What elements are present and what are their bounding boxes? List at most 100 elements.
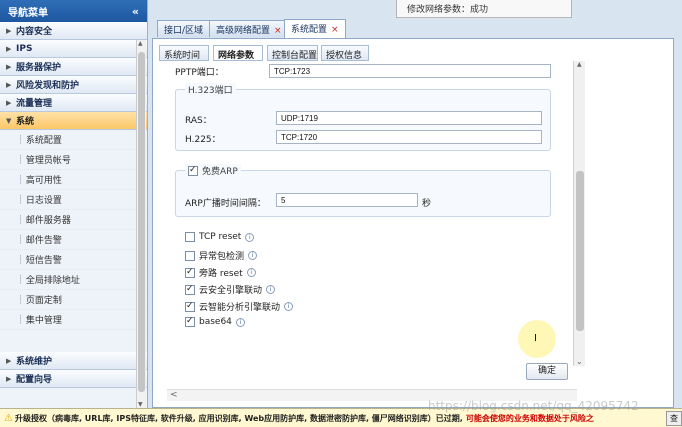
option-row: 旁路 reseti: [185, 266, 256, 279]
ok-button[interactable]: 确定: [526, 363, 568, 380]
scroll-left-icon[interactable]: <: [170, 390, 178, 400]
arp-interval-input[interactable]: [276, 193, 418, 207]
nav-sub-label: 全局排除地址: [25, 276, 80, 286]
nav-sub-label: 短信告警: [25, 256, 62, 266]
option-row: 云智能分析引擎联动i: [185, 300, 294, 313]
option-row: 异常包检测 i: [185, 249, 258, 262]
nav-group-system[interactable]: ▼ 系统: [0, 112, 147, 130]
chevron-down-icon: ▼: [6, 116, 12, 125]
info-icon[interactable]: i: [245, 232, 255, 242]
tree-line-icon: ┊: [18, 315, 23, 324]
nav-sub-label: 系统配置: [25, 136, 62, 146]
ras-port-input[interactable]: [276, 111, 542, 125]
tree-line-icon: ┊: [18, 235, 23, 244]
nav-sub-item[interactable]: ┊ 短信告警: [0, 250, 147, 270]
nav-group-label: IPS: [16, 43, 33, 54]
option-checkbox[interactable]: [185, 316, 195, 327]
scroll-up-icon[interactable]: ▲: [577, 61, 582, 68]
nav-sidebar: 导航菜单 « ▶ 内容安全 ▶ IPS ▶ 服务器保护 ▶ 风险发现和防护 ▶ 流量管理 ▼ 系统 …: [0, 0, 148, 408]
h225-port-input[interactable]: [276, 130, 542, 144]
nav-sub-label: 页面定制: [25, 296, 62, 306]
warning-text: 升级授权（病毒库, URL库, IPS特征库, 软件升级, 应用识别库, Web…: [14, 413, 463, 423]
info-icon[interactable]: i: [266, 285, 276, 294]
nav-group-item[interactable]: ▶ 服务器保护: [0, 58, 147, 76]
nav-sub-item[interactable]: ┊ 日志设置: [0, 190, 147, 210]
scroll-down-icon[interactable]: ⌄: [576, 357, 583, 366]
tab-label: 接口/区域: [164, 26, 204, 36]
warning-icon: ⚠: [4, 412, 13, 424]
info-icon[interactable]: i: [284, 302, 294, 311]
collapse-icon[interactable]: «: [132, 5, 139, 18]
option-checkbox[interactable]: [185, 301, 195, 312]
nav-sub-item[interactable]: ┊ 集中管理: [0, 310, 147, 330]
option-row: TCP reset i: [185, 232, 255, 242]
nav-scrollbar[interactable]: ▲ ▼: [136, 40, 146, 408]
scroll-down-icon[interactable]: ▼: [138, 401, 143, 408]
nav-sub-item[interactable]: ┊ 高可用性: [0, 170, 147, 190]
text-cursor-icon: I: [534, 333, 537, 344]
nav-group-item[interactable]: ▶ 流量管理: [0, 94, 147, 112]
nav-group-label: 系统维护: [16, 357, 53, 367]
subtab-license-info[interactable]: 授权信息: [321, 45, 369, 61]
chevron-right-icon: ▶: [6, 374, 12, 383]
close-icon[interactable]: ×: [274, 26, 282, 36]
scroll-thumb[interactable]: [138, 52, 145, 392]
nav-sub-label: 高可用性: [25, 176, 62, 186]
nav-sub-item[interactable]: ┊ 全局排除地址: [0, 270, 147, 290]
option-checkbox[interactable]: [185, 232, 195, 242]
nav-sub-item[interactable]: ┊ 邮件服务器: [0, 210, 147, 230]
chevron-right-icon: ▶: [6, 44, 12, 53]
tab-advanced-network[interactable]: 高级网络配置 ×: [209, 20, 289, 37]
h225-label: H.225：: [185, 135, 221, 145]
warning-action-button[interactable]: 查: [666, 411, 682, 426]
tab-system-config[interactable]: 系统配置 ×: [284, 19, 346, 38]
nav-sub-item[interactable]: ┊ 管理员帐号: [0, 150, 147, 170]
nav-sub-item[interactable]: ┊ 系统配置: [0, 130, 147, 150]
tree-line-icon: ┊: [18, 255, 23, 264]
nav-group-label: 流量管理: [16, 99, 53, 109]
status-toast: 修改网络参数：成功: [396, 0, 572, 18]
nav-group-label: 系统: [16, 117, 35, 127]
subtab-system-time[interactable]: 系统时间: [159, 45, 209, 61]
info-icon[interactable]: i: [248, 251, 258, 260]
chevron-right-icon: ▶: [6, 26, 12, 35]
nav-group-label: 配置向导: [16, 375, 53, 385]
nav-group-item[interactable]: ▶ 系统维护: [0, 352, 147, 370]
pptp-label: PPTP端口：: [175, 68, 224, 78]
tree-line-icon: ┊: [18, 175, 23, 184]
h323-legend: H.323端口: [185, 83, 236, 96]
option-checkbox[interactable]: [185, 284, 195, 295]
pptp-port-input[interactable]: [269, 64, 551, 78]
content-scrollbar[interactable]: ▲ ⌄: [573, 61, 585, 366]
subtab-console-config[interactable]: 控制台配置: [267, 45, 318, 61]
nav-sub-label: 邮件服务器: [25, 216, 71, 226]
nav-sub-label: 管理员帐号: [25, 156, 71, 166]
nav-sub-item[interactable]: ┊ 页面定制: [0, 290, 147, 310]
chevron-right-icon: ▶: [6, 356, 12, 365]
nav-sub-item[interactable]: ┊ 邮件告警: [0, 230, 147, 250]
info-icon[interactable]: i: [246, 268, 256, 277]
info-icon[interactable]: i: [235, 317, 245, 327]
watermark: https://blog.csdn.net/qq_42095742: [428, 399, 639, 413]
nav-group-item[interactable]: ▶ IPS: [0, 40, 147, 58]
scroll-thumb[interactable]: [576, 171, 584, 331]
option-checkbox[interactable]: [185, 267, 195, 278]
nav-group-item[interactable]: ▶ 风险发现和防护: [0, 76, 147, 94]
nav-group-item[interactable]: ▶ 配置向导: [0, 370, 147, 388]
option-checkbox[interactable]: [185, 250, 195, 261]
nav-group-item[interactable]: ▶ 内容安全: [0, 22, 147, 40]
nav-sub-label: 邮件告警: [25, 236, 62, 246]
subtab-network-params[interactable]: 网络参数: [213, 45, 263, 61]
tree-line-icon: ┊: [18, 295, 23, 304]
tab-label: 高级网络配置: [216, 26, 271, 36]
nav-sub-label: 集中管理: [25, 316, 62, 326]
arp-interval-label: ARP广播时间间隔：: [185, 199, 266, 209]
nav-title: 导航菜单: [8, 7, 48, 19]
arp-legend-label: 免费ARP: [202, 167, 238, 177]
arp-checkbox[interactable]: [188, 165, 198, 176]
chevron-right-icon: ▶: [6, 98, 12, 107]
main-panel: 系统时间 网络参数 控制台配置 授权信息 PPTP端口： H.323端口 RAS…: [152, 38, 674, 408]
scroll-up-icon[interactable]: ▲: [138, 40, 143, 47]
tab-interface-zone[interactable]: 接口/区域: [157, 20, 211, 37]
close-icon[interactable]: ×: [331, 25, 339, 35]
